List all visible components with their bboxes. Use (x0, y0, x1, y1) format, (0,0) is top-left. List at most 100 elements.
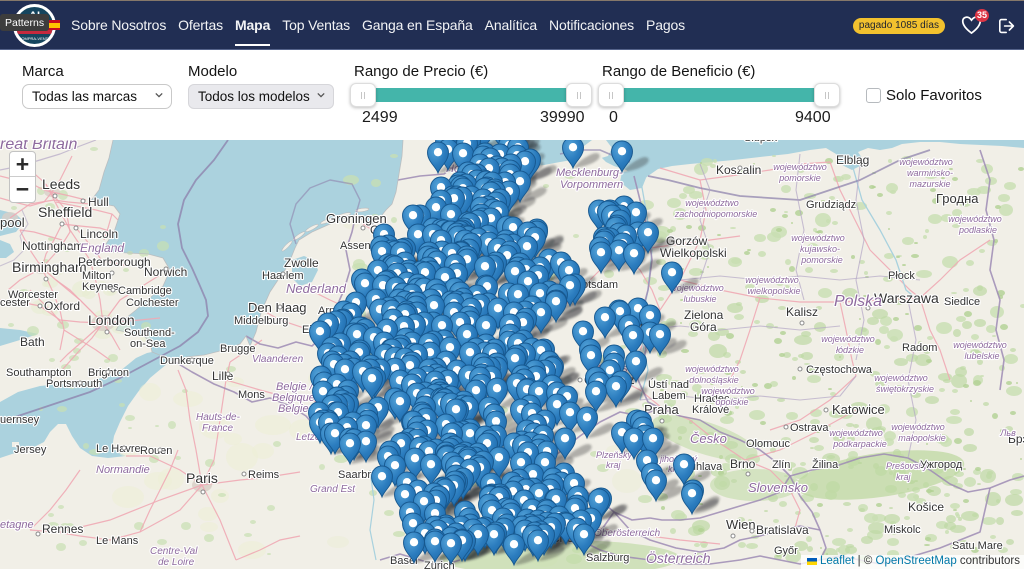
svg-text:lubuskie: lubuskie (683, 294, 716, 304)
svg-text:pool: pool (0, 215, 25, 230)
svg-text:Bath: Bath (20, 335, 45, 349)
svg-text:Lincoln: Lincoln (80, 227, 118, 241)
svg-text:Zlín: Zlín (772, 459, 790, 471)
svg-text:Kalisz: Kalisz (786, 305, 818, 319)
svg-text:France: France (202, 423, 234, 434)
svg-text:Polska: Polska (834, 293, 882, 310)
svg-text:Satu Mare: Satu Mare (952, 540, 1003, 552)
svg-text:Portsmouth: Portsmouth (46, 378, 102, 390)
svg-text:Brno: Brno (730, 457, 756, 471)
svg-text:Bratislava: Bratislava (756, 523, 809, 537)
svg-text:Česko: Česko (690, 431, 727, 446)
svg-text:łódzkie: łódzkie (836, 345, 864, 355)
svg-text:dolnośląskie: dolnośląskie (689, 375, 739, 385)
svg-text:województwo: województwo (829, 428, 883, 438)
svg-text:Normandie: Normandie (96, 464, 150, 476)
svg-text:Labem: Labem (652, 390, 686, 402)
svg-text:Žilina: Žilina (812, 458, 839, 471)
svg-text:Rouen: Rouen (140, 445, 172, 457)
svg-text:Le Mans: Le Mans (96, 535, 139, 547)
svg-text:Sheffield: Sheffield (38, 204, 92, 220)
svg-text:województwo: województwo (745, 275, 799, 285)
svg-text:opolskie: opolskie (715, 397, 748, 407)
svg-text:warmińsko-: warmińsko- (907, 168, 953, 178)
svg-text:województwo: województwo (773, 162, 827, 172)
svg-text:Słupsk: Słupsk (744, 140, 778, 144)
svg-text:Peterborough: Peterborough (78, 255, 151, 269)
svg-text:Hauts-de-: Hauts-de- (196, 412, 241, 423)
svg-text:Mecklenburg-: Mecklenburg- (556, 167, 623, 179)
svg-text:Grand Est: Grand Est (310, 484, 356, 495)
svg-text:pomorskie: pomorskie (800, 255, 843, 265)
svg-text:Ужгород: Ужгород (920, 459, 963, 471)
svg-text:Győr: Győr (774, 545, 798, 557)
svg-text:Olomouc: Olomouc (746, 438, 791, 450)
svg-text:kraj: kraj (896, 472, 912, 482)
svg-text:Leeds: Leeds (42, 176, 80, 192)
svg-text:Płock: Płock (888, 270, 915, 282)
svg-text:Vlaanderen: Vlaanderen (252, 354, 304, 365)
svg-text:kujawsko-: kujawsko- (800, 244, 840, 254)
svg-text:Zwolle: Zwolle (284, 256, 319, 270)
svg-text:województwo: województwo (899, 157, 953, 167)
svg-text:Grudziądz: Grudziądz (806, 199, 856, 211)
svg-text:Birmingham: Birmingham (12, 259, 87, 275)
svg-text:województwo: województwo (948, 214, 1002, 224)
svg-text:podkarpackie: podkarpackie (832, 439, 887, 449)
svg-text:Częstochowa: Częstochowa (806, 364, 873, 376)
svg-text:mazurskie: mazurskie (909, 179, 950, 189)
svg-text:Colchester: Colchester (126, 297, 179, 309)
svg-text:Льв: Льв (999, 428, 1016, 438)
svg-text:świętokrzyskie: świętokrzyskie (876, 384, 934, 394)
svg-text:lubelskie: lubelskie (964, 351, 999, 361)
svg-text:Wielkopolski: Wielkopolski (660, 246, 727, 260)
svg-text:Košice: Košice (908, 500, 944, 514)
svg-text:Warszawa: Warszawa (874, 290, 939, 306)
svg-text:on-Sea: on-Sea (130, 338, 166, 350)
svg-text:Reims: Reims (248, 469, 280, 481)
svg-text:Radom: Radom (902, 342, 937, 354)
svg-text:uernsey: uernsey (0, 414, 40, 426)
svg-text:etagne: etagne (0, 519, 34, 531)
svg-text:województwo: województwo (874, 373, 928, 383)
svg-text:de Loire: de Loire (158, 557, 195, 568)
svg-text:wielkopolskie: wielkopolskie (747, 286, 800, 296)
svg-text:cester: cester (0, 297, 30, 309)
svg-text:kraj: kraj (606, 460, 622, 470)
svg-text:Jersey: Jersey (14, 444, 47, 456)
svg-text:województwo: województwo (685, 364, 739, 374)
svg-text:Siedlce: Siedlce (944, 296, 980, 308)
svg-text:Le Havre: Le Havre (96, 443, 141, 455)
svg-text:Nottingham: Nottingham (22, 239, 83, 253)
svg-text:Góra: Góra (690, 320, 717, 334)
svg-text:pomorskie: pomorskie (778, 173, 821, 183)
svg-text:Centre-Val: Centre-Val (150, 546, 198, 557)
svg-text:Oxford: Oxford (44, 299, 80, 313)
svg-text:województwo: województwo (791, 233, 845, 243)
svg-text:Assen: Assen (340, 240, 371, 252)
svg-text:Salzburg: Salzburg (586, 552, 629, 564)
svg-text:Ostrava: Ostrava (790, 422, 829, 434)
svg-text:województwo: województwo (891, 422, 945, 432)
svg-text:Rennes: Rennes (42, 522, 83, 536)
svg-text:Österreich: Österreich (646, 549, 711, 566)
svg-text:Miskolc: Miskolc (884, 524, 921, 536)
svg-text:Cambridge: Cambridge (118, 285, 172, 297)
svg-text:województwo: województwo (953, 340, 1007, 350)
svg-text:Nederland: Nederland (286, 281, 347, 296)
svg-text:województwo: województwo (685, 198, 739, 208)
svg-text:województwo: województwo (701, 386, 755, 396)
svg-text:Mons: Mons (238, 389, 265, 401)
svg-text:London: London (88, 312, 135, 328)
svg-text:Den Haag: Den Haag (248, 300, 307, 315)
svg-text:Lille: Lille (212, 369, 234, 383)
svg-text:Slovensko: Slovensko (748, 480, 808, 495)
svg-text:England: England (80, 241, 124, 255)
svg-text:zachodniopomorskie: zachodniopomorskie (674, 209, 758, 219)
svg-text:małopolskie: małopolskie (898, 433, 946, 443)
svg-text:Elbląg: Elbląg (836, 153, 869, 167)
svg-text:Гродна: Гродна (936, 191, 979, 206)
svg-text:Vorpommern: Vorpommern (560, 179, 623, 191)
svg-text:Dunkerque: Dunkerque (160, 355, 214, 367)
svg-text:województwo: województwo (821, 334, 875, 344)
